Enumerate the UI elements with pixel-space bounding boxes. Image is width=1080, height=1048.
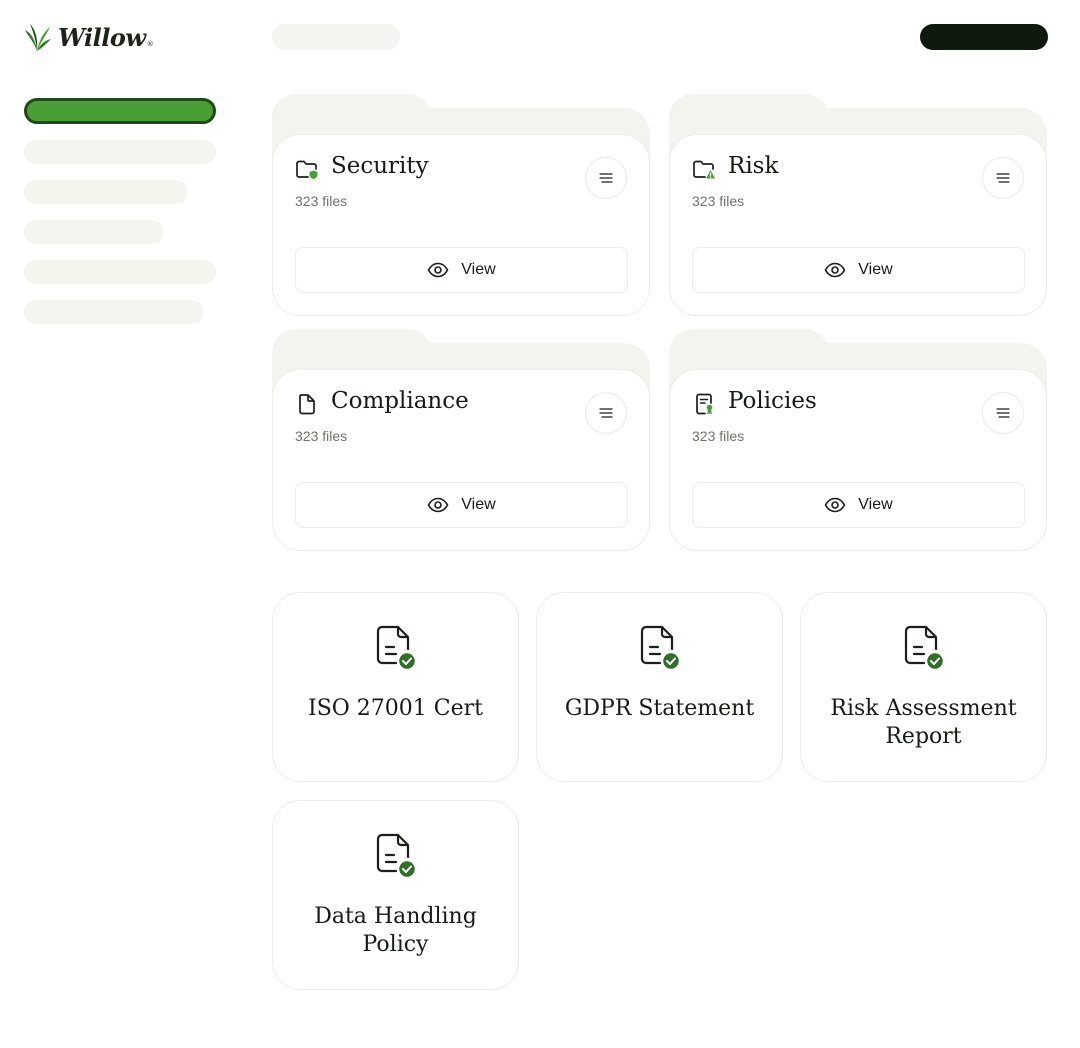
eye-icon — [427, 497, 449, 513]
document-card-iso-27001-cert[interactable]: ISO 27001 Cert — [272, 592, 519, 782]
folder-card-compliance[interactable]: Compliance 323 files View — [272, 329, 650, 555]
document-title: GDPR Statement — [564, 696, 755, 721]
folder-title: Policies — [728, 388, 817, 414]
view-label: View — [461, 261, 496, 278]
eye-icon — [824, 497, 846, 513]
folder-file-count: 323 files — [295, 428, 348, 444]
folder-file-count: 323 files — [692, 193, 745, 209]
brand-name: Willow — [58, 22, 146, 52]
document-check-icon — [376, 625, 416, 671]
menu-lines-icon — [996, 173, 1010, 183]
sidebar-item-active[interactable] — [24, 98, 216, 124]
document-card-data-handling-policy[interactable]: Data Handling Policy — [272, 800, 519, 990]
folder-menu-button[interactable] — [585, 392, 627, 434]
document-check-icon — [640, 625, 680, 671]
menu-lines-icon — [599, 408, 613, 418]
view-button[interactable]: View — [692, 482, 1025, 528]
eye-icon — [427, 262, 449, 278]
document-card-risk-assessment-report[interactable]: Risk Assessment Report — [800, 592, 1047, 782]
folder-card-risk[interactable]: Risk 323 files View — [669, 94, 1047, 320]
brand-registered-mark: ® — [146, 40, 154, 48]
view-button[interactable]: View — [295, 482, 628, 528]
folder-card-policies[interactable]: Policies 323 files View — [669, 329, 1047, 555]
folder-body: Policies 323 files View — [669, 369, 1047, 551]
folder-menu-button[interactable] — [585, 157, 627, 199]
folder-shield-icon — [296, 160, 318, 179]
menu-lines-icon — [599, 173, 613, 183]
document-title: Data Handling Policy — [314, 904, 477, 957]
document-check-icon — [904, 625, 944, 671]
sidebar-item-placeholder[interactable] — [24, 220, 164, 244]
folder-body: Risk 323 files View — [669, 134, 1047, 316]
document-badge-icon — [696, 393, 713, 415]
folder-title: Risk — [728, 153, 779, 179]
document-card-gdpr-statement[interactable]: GDPR Statement — [536, 592, 783, 782]
leaf-logo-icon — [25, 24, 51, 51]
folder-file-count: 323 files — [295, 193, 348, 209]
sidebar-item-placeholder[interactable] — [24, 180, 188, 204]
folder-body: Compliance 323 files View — [272, 369, 650, 551]
view-label: View — [858, 261, 893, 278]
view-label: View — [461, 496, 496, 513]
view-label: View — [858, 496, 893, 513]
folder-title: Compliance — [331, 388, 469, 414]
folder-title: Security — [331, 153, 429, 179]
sidebar-item-placeholder[interactable] — [24, 300, 204, 324]
sidebar-item-placeholder[interactable] — [24, 260, 216, 284]
header-action-button[interactable] — [920, 24, 1048, 50]
folder-menu-button[interactable] — [982, 392, 1024, 434]
view-button[interactable]: View — [692, 247, 1025, 293]
document-check-icon — [376, 833, 416, 879]
header-search-placeholder[interactable] — [272, 24, 400, 50]
menu-lines-icon — [996, 408, 1010, 418]
eye-icon — [824, 262, 846, 278]
sidebar-item-placeholder[interactable] — [24, 140, 216, 164]
folder-file-count: 323 files — [692, 428, 745, 444]
folder-menu-button[interactable] — [982, 157, 1024, 199]
view-button[interactable]: View — [295, 247, 628, 293]
document-title: Risk Assessment Report — [830, 696, 1017, 749]
document-title: ISO 27001 Cert — [308, 696, 483, 721]
file-icon — [299, 394, 315, 415]
folder-card-security[interactable]: Security 323 files View — [272, 94, 650, 320]
brand-logo[interactable]: Willow ® — [24, 22, 154, 52]
folder-warning-icon — [693, 160, 715, 179]
folder-body: Security 323 files View — [272, 134, 650, 316]
